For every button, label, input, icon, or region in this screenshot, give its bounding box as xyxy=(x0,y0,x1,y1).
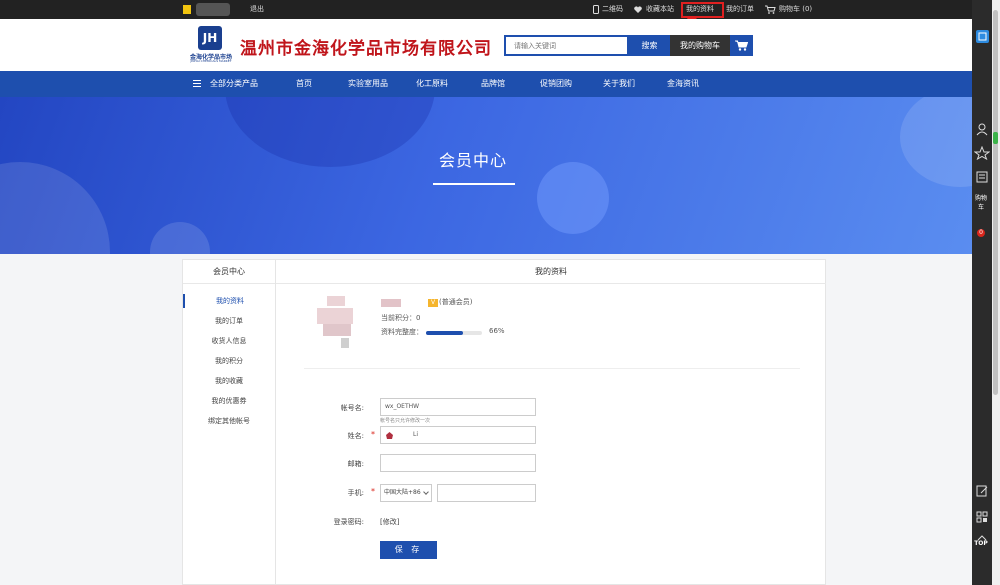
account-field[interactable]: wx_OETHW xyxy=(380,398,536,416)
username-blurred xyxy=(381,299,401,307)
nav-item-brands[interactable]: 品牌馆 xyxy=(481,71,505,97)
member-level: (普通会员) xyxy=(439,298,473,306)
print-icon[interactable] xyxy=(976,30,989,43)
account-label: 帐号名: xyxy=(340,404,364,412)
sidebar-item-bind-accounts[interactable]: 绑定其他帐号 xyxy=(183,414,275,428)
completeness-label: 资料完整度： xyxy=(381,328,423,336)
top-bar: 退出 二维码 收藏本站 我的资料 我的订单 购物车 (0) xyxy=(0,0,972,19)
logo-subtext: JINHAI CHEMICALS MARKET xyxy=(190,59,232,63)
edit-icon[interactable] xyxy=(974,484,990,498)
nav-item-home[interactable]: 首页 xyxy=(296,71,312,97)
banner xyxy=(0,97,972,254)
heart-icon xyxy=(634,6,642,13)
menu-icon xyxy=(193,80,201,87)
nav-all-categories[interactable]: 全部分类产品 xyxy=(210,71,258,97)
country-code-select[interactable]: 中国大陆+86 xyxy=(380,484,432,502)
completeness-progress-fill xyxy=(426,331,463,335)
qrcode-icon[interactable] xyxy=(974,510,990,524)
required-mark: * xyxy=(371,487,375,496)
company-name: 温州市金海化学品市场有限公司 xyxy=(240,39,492,59)
banner-underline xyxy=(433,183,515,185)
name-field[interactable]: Li xyxy=(380,426,536,444)
site-header: JH 金海化学品市场 JINHAI CHEMICALS MARKET 温州市金海… xyxy=(0,19,972,71)
rail-cart-count: 0 xyxy=(977,229,985,237)
panel-title: 我的资料 xyxy=(276,260,826,284)
nav-item-about[interactable]: 关于我们 xyxy=(603,71,635,97)
sidebar-item-favorites[interactable]: 我的收藏 xyxy=(183,374,275,388)
page-scrollbar[interactable] xyxy=(992,0,1000,585)
cart-icon-button[interactable] xyxy=(730,35,753,56)
logo-mark-icon: JH xyxy=(198,26,222,50)
rail-cart-label[interactable]: 购物车 xyxy=(975,194,987,212)
sidebar-item-coupons[interactable]: 我的优惠券 xyxy=(183,394,275,408)
username-blurred xyxy=(196,3,230,16)
password-edit-link[interactable]: [修改] xyxy=(380,517,399,527)
cart-icon xyxy=(765,5,776,14)
account-hint: 帐号名只允许修改一次 xyxy=(380,418,431,424)
vip-icon: V xyxy=(428,299,438,307)
profile-panel: 我的资料 V (普通会员) 当前积分：0 资料完整度： 66% 帐号名: wx_… xyxy=(276,259,826,585)
country-code-value: 中国大陆+86 xyxy=(384,489,421,496)
sidebar-item-my-profile[interactable]: 我的资料 xyxy=(183,294,275,308)
required-mark: * xyxy=(371,430,375,439)
avatar[interactable] xyxy=(313,290,361,352)
sidebar-item-my-orders[interactable]: 我的订单 xyxy=(183,314,275,328)
phone-icon xyxy=(593,5,599,14)
main-nav: 全部分类产品 首页 实验室用品 化工原料 品牌馆 促销团购 关于我们 金海资讯 xyxy=(0,71,972,97)
star-icon[interactable] xyxy=(974,146,990,160)
logout-link[interactable]: 退出 xyxy=(250,0,264,19)
member-sidebar: 会员中心 我的资料 我的订单 收货人信息 我的积分 我的收藏 我的优惠券 绑定其… xyxy=(182,259,276,585)
my-orders-link[interactable]: 我的订单 xyxy=(726,0,754,19)
chevron-down-icon xyxy=(423,489,429,495)
my-cart-button[interactable]: 我的购物车 xyxy=(670,35,730,56)
phone-field[interactable] xyxy=(437,484,536,502)
completeness-progress xyxy=(426,331,482,335)
banner-title: 会员中心 xyxy=(438,151,507,170)
completeness-percent: 66% xyxy=(489,327,505,335)
brand-logo[interactable]: JH 金海化学品市场 JINHAI CHEMICALS MARKET xyxy=(188,26,234,64)
history-icon[interactable] xyxy=(974,170,990,184)
email-field[interactable] xyxy=(380,454,536,472)
sidebar-title: 会员中心 xyxy=(183,260,275,284)
topbar-cart-link[interactable]: 购物车 (0) xyxy=(779,0,812,19)
sidebar-item-points[interactable]: 我的积分 xyxy=(183,354,275,368)
back-to-top-button[interactable]: TOP xyxy=(974,540,988,547)
nav-item-lab[interactable]: 实验室用品 xyxy=(348,71,388,97)
qrcode-link[interactable]: 二维码 xyxy=(602,0,623,19)
member-level-label: 普通会员) xyxy=(441,298,473,306)
site-logo-icon xyxy=(183,5,191,14)
divider xyxy=(304,368,800,369)
email-label: 邮箱: xyxy=(347,460,364,468)
save-button[interactable]: 保 存 xyxy=(380,541,437,559)
user-icon[interactable] xyxy=(974,122,990,136)
name-label: 姓名: xyxy=(347,432,364,440)
phone-label: 手机: xyxy=(347,489,364,497)
nav-item-chemicals[interactable]: 化工原料 xyxy=(416,71,448,97)
search-button[interactable]: 搜索 xyxy=(629,35,670,56)
cart-icon xyxy=(735,40,748,51)
points-label: 当前积分：0 xyxy=(381,314,421,322)
search-input[interactable] xyxy=(504,35,629,56)
scrollbar-thumb[interactable] xyxy=(993,10,998,395)
sidebar-item-consignee[interactable]: 收货人信息 xyxy=(183,334,275,348)
nav-item-promotions[interactable]: 促销团购 xyxy=(540,71,572,97)
name-emoji-icon xyxy=(386,432,393,439)
password-label: 登录密码: xyxy=(333,518,364,526)
nav-item-news[interactable]: 金海资讯 xyxy=(667,71,699,97)
right-toolbar xyxy=(972,0,992,585)
